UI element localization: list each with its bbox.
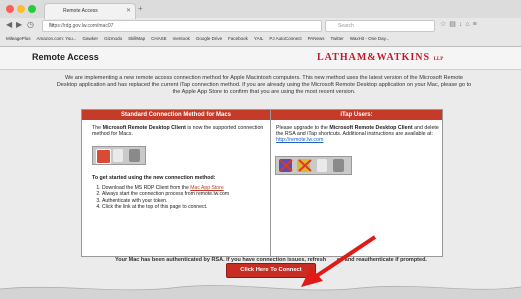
- trash-icon: [317, 159, 327, 172]
- panel-text: Please upgrade to the Microsoft Remote D…: [276, 125, 440, 144]
- icons-strip: [92, 146, 146, 165]
- new-tab-button[interactable]: +: [138, 4, 143, 13]
- panel-text-bold: Microsoft Remote Desktop Client: [329, 125, 413, 131]
- step-4: Click the link at the top of this page t…: [102, 204, 232, 210]
- panel-heading: iTap Users:: [271, 110, 442, 120]
- bookmark-item[interactable]: Gizmodo: [104, 33, 122, 45]
- bookmark-item[interactable]: MileagePlus: [6, 33, 31, 45]
- bookmark-item[interactable]: Gawker: [83, 33, 99, 45]
- logo: LATHAM&WATKINS LLP: [317, 52, 443, 63]
- close-window-button[interactable]: [6, 5, 14, 13]
- star-icon[interactable]: ☆: [440, 21, 449, 28]
- bookmark-item[interactable]: PJ AutoConnect: [269, 33, 301, 45]
- history-icon[interactable]: ◷: [27, 20, 34, 29]
- bookmark-item[interactable]: SkillMap: [128, 33, 145, 45]
- reading-list-icon[interactable]: ▤: [449, 21, 459, 28]
- torn-edge: [0, 285, 521, 299]
- bookmark-item[interactable]: Twitter: [331, 33, 344, 45]
- tab-title: Remote Access: [63, 8, 98, 14]
- page-header: Remote Access LATHAM&WATKINS LLP: [0, 47, 521, 70]
- logo-suffix: LLP: [433, 57, 444, 62]
- reload-icon[interactable]: ↻: [49, 22, 317, 29]
- page-title: Remote Access: [32, 52, 99, 62]
- nav-row: ◀ ▶ ◷ https://rdg.gov.lw.com/mac07 ↻ Sea…: [0, 18, 521, 32]
- menu-icon[interactable]: ≡: [473, 21, 480, 28]
- steps-list: Download the MS RDP Client from the Mac …: [92, 185, 232, 210]
- standard-connection-panel: Standard Connection Method for Macs The …: [81, 109, 271, 257]
- step-2: Always start the connection process from…: [102, 191, 232, 197]
- forward-icon[interactable]: ▶: [16, 20, 22, 29]
- page: Remote Access LATHAM&WATKINS LLP We are …: [0, 47, 521, 299]
- bookmark-item[interactable]: mentook: [173, 33, 190, 45]
- search-input[interactable]: Search: [325, 20, 435, 32]
- icons-strip: [275, 156, 352, 175]
- trash-icon: [333, 159, 344, 172]
- bookmark-item[interactable]: Facebook: [228, 33, 248, 45]
- bookmark-item[interactable]: PANews: [308, 33, 325, 45]
- toolbar-icons: ☆▤↓⌂≡: [440, 20, 520, 30]
- trash-icon: [129, 149, 140, 162]
- panel-text-pre: Please upgrade to the: [276, 125, 330, 131]
- panel-text: The Microsoft Remote Desktop Client is n…: [92, 125, 264, 137]
- step-1-text: Download the MS RDP Client from the: [102, 185, 191, 191]
- home-icon[interactable]: ⌂: [465, 21, 472, 28]
- delete-x-icon: [279, 159, 312, 172]
- rdp-app-icon: [96, 149, 111, 164]
- browser-chrome: Remote Access ✕ + ◀ ▶ ◷ https://rdg.gov.…: [0, 0, 521, 47]
- close-icon[interactable]: ✕: [126, 7, 131, 14]
- bookmark-item[interactable]: YAIL: [254, 33, 263, 45]
- tab-bar: Remote Access ✕ +: [0, 0, 521, 19]
- bookmark-item[interactable]: CHASE: [151, 33, 167, 45]
- address-bar[interactable]: https://rdg.gov.lw.com/mac07 ↻: [42, 20, 322, 32]
- logo-text: LATHAM&WATKINS: [317, 52, 431, 63]
- panel-heading: Standard Connection Method for Macs: [82, 110, 270, 120]
- bookmark-item[interactable]: WaxHit - One Day...: [350, 33, 390, 45]
- back-icon[interactable]: ◀: [6, 20, 12, 29]
- search-placeholder: Search: [338, 23, 354, 29]
- bookmarks-bar: MileagePlus Amazon.com: You... Gawker Gizmo…: [0, 33, 521, 45]
- mac-app-store-link[interactable]: Mac App Store: [190, 185, 223, 191]
- bookmark-item[interactable]: Google Drive: [196, 33, 222, 45]
- minimize-window-button[interactable]: [17, 5, 25, 13]
- intro-text: We are implementing a new remote access …: [56, 75, 472, 95]
- panel-text-pre: The: [92, 125, 103, 131]
- trash-icon: [113, 149, 123, 162]
- remote-lw-link[interactable]: http://remote.lw.com: [276, 137, 323, 143]
- bookmark-item[interactable]: Amazon.com: You...: [37, 33, 77, 45]
- panel-text-bold: Microsoft Remote Desktop Client: [102, 125, 186, 131]
- zoom-window-button[interactable]: [28, 5, 36, 13]
- steps-heading: To get started using the new connection …: [92, 175, 216, 181]
- tab-remote-access[interactable]: Remote Access ✕: [44, 3, 136, 19]
